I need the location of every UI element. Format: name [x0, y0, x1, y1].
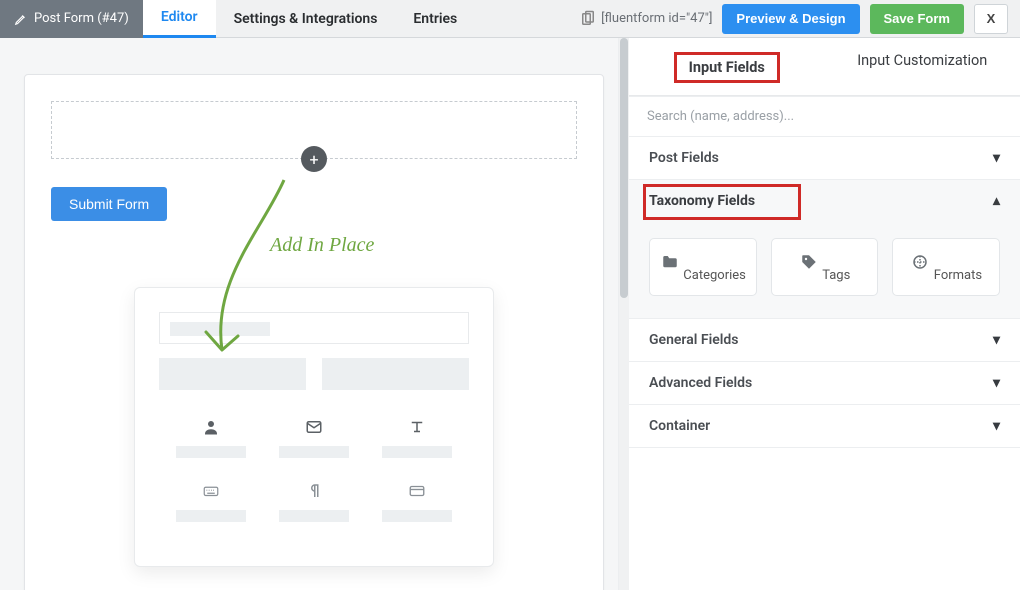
placeholder-bar [159, 358, 306, 390]
accordion-taxonomy-fields[interactable]: Taxonomy Fields ▴ Categories Tags Format… [629, 180, 1020, 319]
tag-icon [799, 253, 819, 271]
add-in-place-hint: Add In Place [270, 234, 374, 257]
chevron-down-icon: ▾ [993, 332, 1000, 348]
accordion-label: Taxonomy Fields [649, 193, 755, 209]
text-icon [407, 418, 427, 436]
chevron-down-icon: ▾ [993, 150, 1000, 166]
pencil-icon [14, 12, 28, 26]
add-field-button[interactable]: + [301, 146, 327, 172]
sidebar-scrollbar[interactable] [619, 38, 629, 590]
placeholder-bar [322, 358, 469, 390]
shortcode-text: [fluentform id="47"] [601, 11, 712, 26]
field-formats[interactable]: Formats [892, 238, 1000, 296]
field-preview-card [134, 287, 494, 567]
shortcode-display[interactable]: [fluentform id="47"] [579, 10, 712, 28]
accordion-general-fields[interactable]: General Fields ▾ [629, 319, 1020, 362]
accordion-label: General Fields [649, 332, 738, 348]
accordion-label: Container [649, 418, 710, 434]
chevron-down-icon: ▾ [993, 375, 1000, 391]
accordion-label: Post Fields [649, 150, 719, 166]
copy-icon [579, 10, 597, 28]
submit-form-button[interactable]: Submit Form [51, 187, 167, 221]
placeholder-label [176, 446, 246, 458]
accordion-advanced-fields[interactable]: Advanced Fields ▾ [629, 362, 1020, 405]
field-categories[interactable]: Categories [649, 238, 757, 296]
placeholder-label [382, 446, 452, 458]
form-canvas[interactable]: + Submit Form [24, 74, 604, 590]
sidebar-tab-input-customization[interactable]: Input Customization [825, 38, 1020, 95]
chevron-up-icon: ▴ [993, 193, 1000, 209]
sidebar: Input Fields Input Customization Search … [628, 38, 1020, 590]
placeholder-label [279, 510, 349, 522]
folder-icon [660, 253, 680, 271]
close-button[interactable]: X [974, 4, 1008, 34]
field-label: Categories [683, 268, 746, 283]
keyboard-icon [201, 482, 221, 500]
form-title: Post Form (#47) [0, 0, 143, 38]
field-tags[interactable]: Tags [771, 238, 879, 296]
user-icon [201, 418, 221, 436]
highlight-input-fields: Input Fields [674, 52, 780, 83]
main-tabs: Editor Settings & Integrations Entries [143, 0, 475, 38]
accordion-post-fields[interactable]: Post Fields ▾ [629, 137, 1020, 180]
search-placeholder: Search (name, address)... [647, 109, 794, 124]
accordion-label: Advanced Fields [649, 375, 752, 391]
field-label: Formats [934, 268, 982, 283]
field-label: Tags [822, 268, 850, 283]
placeholder-label [382, 510, 452, 522]
card-icon [407, 482, 427, 500]
mail-icon [304, 418, 324, 436]
placeholder-label [176, 510, 246, 522]
accordion-container[interactable]: Container ▾ [629, 405, 1020, 448]
tab-settings[interactable]: Settings & Integrations [216, 0, 396, 38]
preview-design-button[interactable]: Preview & Design [722, 4, 859, 34]
paragraph-icon [304, 482, 324, 500]
placeholder-label [279, 446, 349, 458]
form-canvas-area: + Submit Form [0, 38, 628, 590]
save-form-button[interactable]: Save Form [870, 4, 964, 34]
tab-editor[interactable]: Editor [143, 0, 216, 38]
drop-zone[interactable]: + [51, 101, 577, 159]
form-title-text: Post Form (#47) [34, 11, 129, 26]
placeholder-input [159, 312, 469, 344]
chevron-down-icon: ▾ [993, 418, 1000, 434]
format-icon [910, 253, 930, 271]
search-input[interactable]: Search (name, address)... [629, 96, 1020, 137]
tab-entries[interactable]: Entries [395, 0, 475, 38]
sidebar-tab-input-fields[interactable]: Input Fields [629, 38, 825, 95]
